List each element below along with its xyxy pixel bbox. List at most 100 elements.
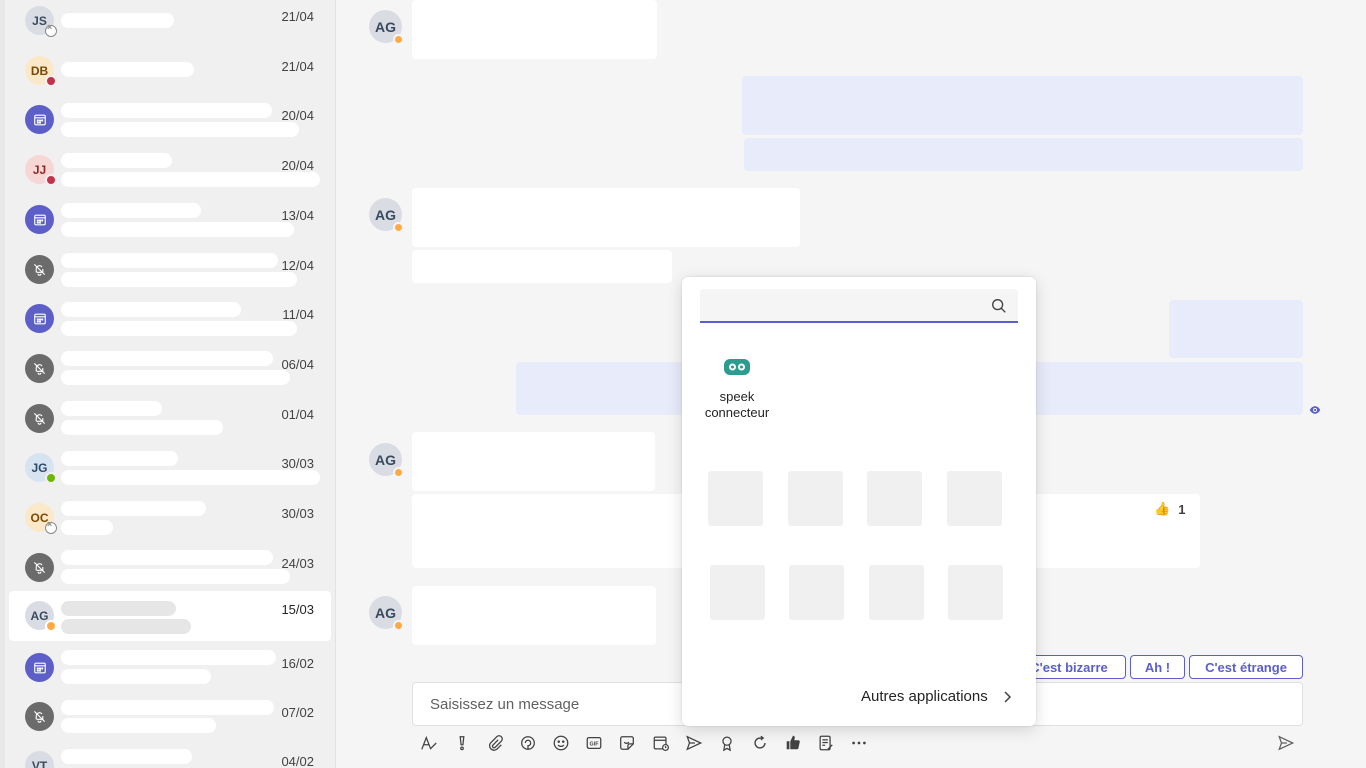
chat-date: 20/04 xyxy=(281,108,314,123)
chat-list-item[interactable]: JG 30/03 xyxy=(9,443,331,493)
calendar-icon xyxy=(25,653,54,682)
chat-preview-placeholder xyxy=(61,718,216,733)
chat-list-item[interactable]: 20/04 xyxy=(9,95,331,145)
chat-list-item-active[interactable]: AG 15/03 xyxy=(9,591,331,641)
message-bubble[interactable] xyxy=(412,0,657,59)
own-message-bubble[interactable] xyxy=(744,138,1303,171)
like-reaction[interactable]: 👍 1 xyxy=(1154,501,1185,517)
speek-icon xyxy=(724,359,750,375)
loop-icon[interactable] xyxy=(517,732,539,754)
chat-list-item[interactable]: JJ 20/04 xyxy=(9,145,331,195)
chat-date: 04/02 xyxy=(281,754,314,768)
schedule-meeting-icon[interactable] xyxy=(650,732,672,754)
chat-date: 11/04 xyxy=(282,307,314,322)
muted-bell-icon xyxy=(25,702,54,731)
chat-list-item[interactable]: 13/04 xyxy=(9,195,331,245)
avatar: JS xyxy=(25,6,57,37)
chat-list-item[interactable]: 06/04 xyxy=(9,344,331,394)
search-icon[interactable] xyxy=(990,297,1008,315)
status-away-icon xyxy=(393,222,404,233)
avatar: AG xyxy=(369,198,404,233)
message-bubble[interactable] xyxy=(412,188,800,247)
chat-list-item[interactable]: 12/04 xyxy=(9,245,331,295)
app-tile-placeholder[interactable] xyxy=(788,471,843,526)
own-message-bubble[interactable] xyxy=(1169,300,1303,358)
status-available-icon xyxy=(45,472,57,484)
more-options-icon[interactable] xyxy=(848,732,870,754)
send-icon[interactable] xyxy=(1275,732,1297,754)
chat-list-item[interactable]: OC 30/03 xyxy=(9,493,331,543)
approvals-icon[interactable] xyxy=(782,732,804,754)
gif-icon[interactable]: GIF xyxy=(583,732,605,754)
praise-icon[interactable] xyxy=(716,732,738,754)
chat-date: 16/02 xyxy=(281,656,314,671)
chat-date: 01/04 xyxy=(281,407,314,422)
chat-date: 13/04 xyxy=(281,208,314,223)
chat-list-item[interactable]: 11/04 xyxy=(9,294,331,344)
chat-list-item[interactable]: JS 21/04 xyxy=(9,0,331,46)
chat-name-placeholder xyxy=(61,401,162,416)
avatar-initials: AG xyxy=(375,604,396,621)
app-tile-placeholder[interactable] xyxy=(867,471,922,526)
chat-preview-placeholder xyxy=(61,569,290,584)
suggested-reply-label: C'est étrange xyxy=(1205,659,1287,675)
chat-list-item[interactable]: VT 04/02 xyxy=(9,741,331,768)
important-icon[interactable] xyxy=(451,732,473,754)
avatar: OC xyxy=(25,503,57,534)
avatar-initials: JS xyxy=(32,13,47,28)
chat-name-placeholder xyxy=(61,62,194,77)
send-later-icon[interactable] xyxy=(683,732,705,754)
calendar-icon xyxy=(25,105,54,134)
sticker-icon[interactable] xyxy=(616,732,638,754)
chat-list-item[interactable]: 07/02 xyxy=(9,692,331,742)
format-icon[interactable] xyxy=(418,732,440,754)
emoji-icon[interactable] xyxy=(550,732,572,754)
avatar-initials: AG xyxy=(375,451,396,468)
chat-name-placeholder xyxy=(61,451,178,466)
avatar-initials: AG xyxy=(375,206,396,223)
avatar: AG xyxy=(25,601,57,632)
app-search-field[interactable] xyxy=(700,289,1018,323)
chat-preview-placeholder xyxy=(61,470,320,485)
status-away-icon xyxy=(393,620,404,631)
avatar-initials: AG xyxy=(30,608,49,623)
avatar-initials: JG xyxy=(31,460,48,475)
chat-preview-placeholder xyxy=(61,272,297,287)
avatar: AG xyxy=(369,596,404,631)
app-tile-speek[interactable]: speek connecteur xyxy=(700,357,774,421)
message-bubble[interactable] xyxy=(412,432,655,491)
app-tile-placeholder[interactable] xyxy=(948,565,1003,620)
suggested-reply-button[interactable]: C'est étrange xyxy=(1189,655,1303,679)
app-tile-placeholder[interactable] xyxy=(710,565,765,620)
avatar: JG xyxy=(25,453,57,484)
own-message-bubble[interactable] xyxy=(742,76,1303,135)
app-tile-placeholder[interactable] xyxy=(947,471,1002,526)
chat-preview-placeholder xyxy=(61,370,290,385)
refresh-icon[interactable] xyxy=(749,732,771,754)
chat-preview-placeholder xyxy=(61,122,299,137)
muted-bell-icon xyxy=(25,404,54,433)
chat-date: 30/03 xyxy=(281,456,314,471)
chat-date: 15/03 xyxy=(281,602,314,617)
chat-name-placeholder xyxy=(61,351,273,366)
chat-preview-placeholder xyxy=(61,669,211,684)
chat-list-item[interactable]: 01/04 xyxy=(9,394,331,444)
calendar-icon xyxy=(25,304,54,333)
chat-name-placeholder xyxy=(61,13,174,28)
chat-list-item[interactable]: 16/02 xyxy=(9,643,331,693)
app-tile-placeholder[interactable] xyxy=(708,471,763,526)
attach-icon[interactable] xyxy=(484,732,506,754)
notes-icon[interactable] xyxy=(815,732,837,754)
app-tile-placeholder[interactable] xyxy=(789,565,844,620)
chat-list-item[interactable]: DB 21/04 xyxy=(9,46,331,96)
chevron-right-icon xyxy=(1004,690,1011,703)
more-apps-link[interactable]: Autres applications xyxy=(861,688,1012,705)
app-tile-placeholder[interactable] xyxy=(869,565,924,620)
message-bubble[interactable] xyxy=(412,250,672,283)
thumbs-up-icon: 👍 xyxy=(1154,501,1171,516)
chat-list-item[interactable]: 24/03 xyxy=(9,543,331,593)
app-search-input[interactable] xyxy=(710,296,980,316)
message-bubble[interactable] xyxy=(412,586,656,645)
chat-preview-placeholder xyxy=(61,619,191,634)
suggested-reply-button[interactable]: Ah ! xyxy=(1130,655,1185,679)
